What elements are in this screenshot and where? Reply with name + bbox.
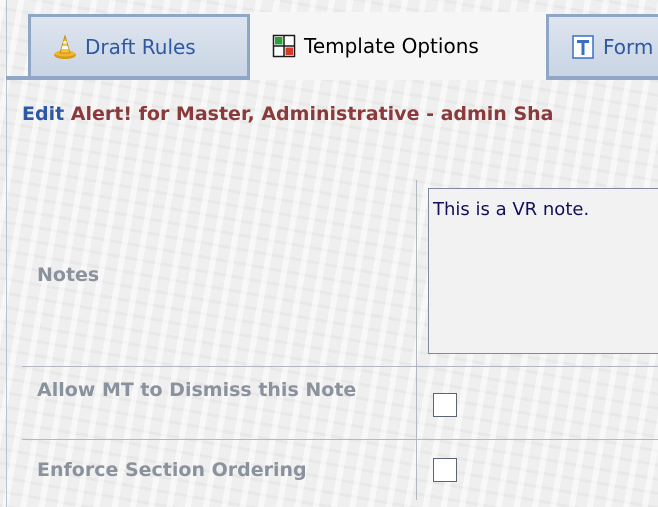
tab-draft-rules[interactable]: Draft Rules (28, 14, 250, 76)
notes-label: Notes (37, 264, 100, 286)
page-frame: Draft Rules Template Options Form Edit A… (0, 0, 658, 507)
tab-form-label: Form (603, 34, 654, 59)
enforce-ordering-label: Enforce Section Ordering (37, 459, 307, 481)
enforce-ordering-checkbox[interactable] (433, 458, 457, 482)
allow-dismiss-label: Allow MT to Dismiss this Note (37, 379, 357, 401)
tab-bar: Draft Rules Template Options Form (6, 0, 658, 80)
page-title: Edit Alert! for Master, Administrative -… (22, 103, 553, 125)
column-divider (416, 180, 417, 500)
page-title-verb: Edit (22, 103, 71, 125)
tab-template-options-label: Template Options (304, 34, 479, 58)
template-grid-icon (272, 33, 296, 59)
page-title-text: Alert! for Master, Administrative - admi… (70, 103, 554, 125)
traffic-cone-icon (53, 33, 77, 60)
row-divider (22, 366, 658, 367)
tab-form[interactable]: Form (546, 14, 658, 76)
row-divider (22, 439, 658, 440)
tab-draft-rules-label: Draft Rules (85, 34, 196, 59)
allow-dismiss-checkbox[interactable] (433, 393, 457, 417)
notes-textarea[interactable]: This is a VR note. (428, 188, 658, 354)
tab-template-options[interactable]: Template Options (250, 12, 546, 80)
text-format-icon (571, 34, 595, 60)
